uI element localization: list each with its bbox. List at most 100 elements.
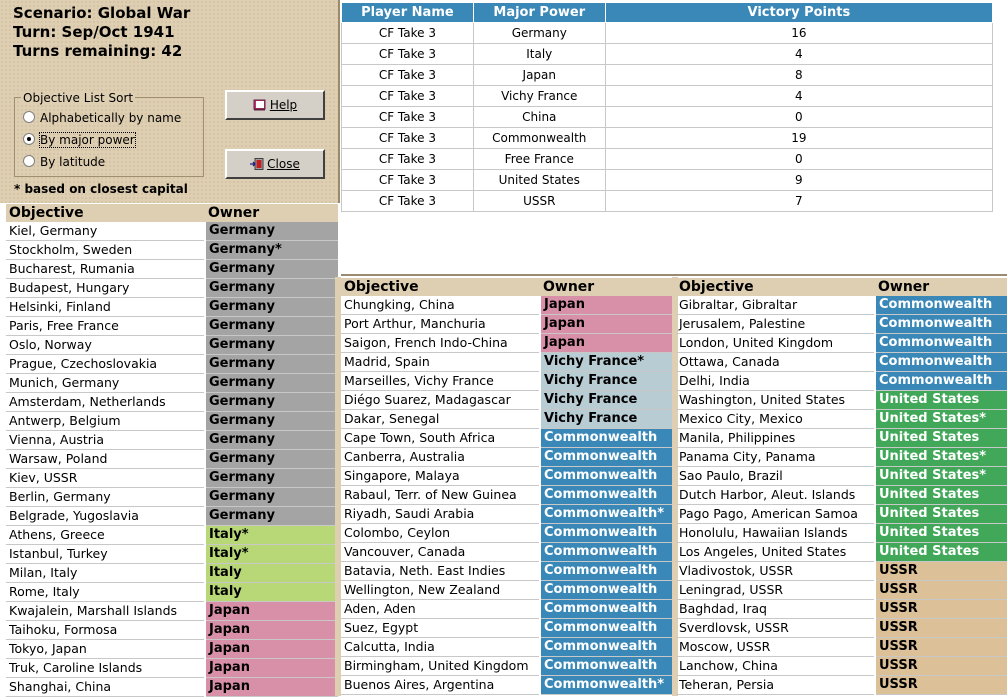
objective-row[interactable]: Helsinki, Finland Germany [6,297,338,317]
objective-row[interactable]: Teheran, Persia USSR [676,675,1007,695]
radio-icon[interactable] [23,111,35,123]
objective-name: Pago Pago, American Samoa [676,504,875,524]
objective-row[interactable]: Sao Paulo, Brazil United States* [676,466,1007,486]
vp-row[interactable]: CF Take 3 Free France 0 [341,148,994,170]
objective-row[interactable]: Moscow, USSR USSR [676,637,1007,657]
objective-row[interactable]: Kwajalein, Marshall Islands Japan [6,601,338,621]
objective-row[interactable]: Kiev, USSR Germany [6,468,338,488]
objective-row[interactable]: Munich, Germany Germany [6,373,338,393]
objective-row[interactable]: Prague, Czechoslovakia Germany [6,354,338,374]
objective-row[interactable]: Oslo, Norway Germany [6,335,338,355]
objective-row[interactable]: Aden, Aden Commonwealth [341,599,672,619]
objective-row[interactable]: Vancouver, Canada Commonwealth [341,542,672,562]
objective-row[interactable]: Dakar, Senegal Vichy France [341,409,672,429]
objective-row[interactable]: Istanbul, Turkey Italy* [6,544,338,564]
objective-row[interactable]: Tokyo, Japan Japan [6,639,338,659]
vp-row[interactable]: CF Take 3 Italy 4 [341,43,994,65]
objective-row[interactable]: Bucharest, Rumania Germany [6,259,338,279]
objective-row[interactable]: Stockholm, Sweden Germany* [6,240,338,260]
objective-row[interactable]: Manila, Philippines United States [676,428,1007,448]
victory-points-header[interactable]: Victory Points [604,2,994,23]
objective-row[interactable]: Milan, Italy Italy [6,563,338,583]
objective-row[interactable]: Dutch Harbor, Aleut. Islands United State… [676,485,1007,505]
sort-option-alpha[interactable]: Alphabetically by name [23,109,181,127]
objective-row[interactable]: Jerusalem, Palestine Commonwealth [676,314,1007,334]
objective-row[interactable]: Suez, Egypt Commonwealth [341,618,672,638]
objective-name: Leningrad, USSR [676,580,875,600]
objective-row[interactable]: Amsterdam, Netherlands Germany [6,392,338,412]
objective-row[interactable]: Wellington, New Zealand Commonwealth [341,580,672,600]
objective-row[interactable]: Warsaw, Poland Germany [6,449,338,469]
sort-option-latitude[interactable]: By latitude [23,153,105,171]
objective-row[interactable]: Berlin, Germany Germany [6,487,338,507]
objective-row[interactable]: Vladivostok, USSR USSR [676,561,1007,581]
objective-row[interactable]: Diégo Suarez, Madagascar Vichy France [341,390,672,410]
objective-row[interactable]: Birmingham, United Kingdom Commonwealth [341,656,672,676]
vp-row[interactable]: CF Take 3 USSR 7 [341,190,994,212]
objective-row[interactable]: Vienna, Austria Germany [6,430,338,450]
objective-row[interactable]: Shanghai, China Japan [6,677,338,697]
objective-row[interactable]: Honolulu, Hawaiian Islands United States [676,523,1007,543]
objective-row[interactable]: Saigon, French Indo-China Japan [341,333,672,353]
vp-row[interactable]: CF Take 3 United States 9 [341,169,994,191]
vp-row[interactable]: CF Take 3 Vichy France 4 [341,85,994,107]
objective-row[interactable]: Gibraltar, Gibraltar Commonwealth [676,296,1007,315]
objective-row[interactable]: Delhi, India Commonwealth [676,371,1007,391]
objective-row[interactable]: Rabaul, Terr. of New Guinea Commonwealth [341,485,672,505]
objective-row[interactable]: Port Arthur, Manchuria Japan [341,314,672,334]
owner-cell: Italy* [204,525,338,545]
objective-row[interactable]: Calcutta, India Commonwealth [341,637,672,657]
objective-row[interactable]: Paris, Free France Germany [6,316,338,336]
objective-row[interactable]: Chungking, China Japan [341,296,672,315]
help-button[interactable]: Help [225,90,325,120]
objective-row[interactable]: Taihoku, Formosa Japan [6,620,338,640]
objective-row[interactable]: Los Angeles, United States United States [676,542,1007,562]
vp-row[interactable]: CF Take 3 Germany 16 [341,22,994,44]
sort-option-major-power[interactable]: By major power [23,131,136,149]
objective-row[interactable]: Batavia, Neth. East Indies Commonwealth [341,561,672,581]
objective-row[interactable]: Canberra, Australia Commonwealth [341,447,672,467]
objective-name: Antwerp, Belgium [6,411,205,431]
objective-row[interactable]: Panama City, Panama United States* [676,447,1007,467]
objective-row[interactable]: Riyadh, Saudi Arabia Commonwealth* [341,504,672,524]
objective-row[interactable]: Marseilles, Vichy France Vichy France [341,371,672,391]
objective-row[interactable]: Rome, Italy Italy [6,582,338,602]
owner-cell: Germany [204,449,338,469]
objective-list-2: Objective Owner Chungking, China Japan Por… [341,278,672,695]
objective-row[interactable]: Lanchow, China USSR [676,656,1007,676]
objective-row[interactable]: Belgrade, Yugoslavia Germany [6,506,338,526]
objective-row[interactable]: Athens, Greece Italy* [6,525,338,545]
objective-row[interactable]: Budapest, Hungary Germany [6,278,338,298]
objective-row[interactable]: Madrid, Spain Vichy France* [341,352,672,372]
vp-row[interactable]: CF Take 3 Japan 8 [341,64,994,86]
objective-row[interactable]: Baghdad, Iraq USSR [676,599,1007,619]
objective-row[interactable]: Singapore, Malaya Commonwealth [341,466,672,486]
vp-row[interactable]: CF Take 3 China 0 [341,106,994,128]
vp-row[interactable]: CF Take 3 Commonwealth 19 [341,127,994,149]
objective-row[interactable]: Buenos Aires, Argentina Commonwealth* [341,675,672,695]
major-power-cell: Italy [472,43,606,65]
major-power-header[interactable]: Major Power [472,2,606,23]
owner-cell: Commonwealth [539,637,672,657]
owner-cell: Germany [204,392,338,412]
radio-selected-icon[interactable] [23,133,35,145]
objective-name: Oslo, Norway [6,335,205,355]
objective-row[interactable]: Sverdlovsk, USSR USSR [676,618,1007,638]
objective-name: Madrid, Spain [341,352,540,372]
objective-row[interactable]: Kiel, Germany Germany [6,222,338,241]
objective-row[interactable]: Ottawa, Canada Commonwealth [676,352,1007,372]
objective-row[interactable]: London, United Kingdom Commonwealth [676,333,1007,353]
objective-row[interactable]: Colombo, Ceylon Commonwealth [341,523,672,543]
objective-row[interactable]: Cape Town, South Africa Commonwealth [341,428,672,448]
objective-row[interactable]: Pago Pago, American Samoa United States [676,504,1007,524]
player-name-header[interactable]: Player Name [341,2,474,23]
victory-points-cell: 0 [604,148,994,170]
radio-icon[interactable] [23,155,35,167]
objective-row[interactable]: Antwerp, Belgium Germany [6,411,338,431]
objective-row[interactable]: Washington, United States United States [676,390,1007,410]
close-button[interactable]: Close [225,149,325,179]
objective-row[interactable]: Leningrad, USSR USSR [676,580,1007,600]
objective-row[interactable]: Mexico City, Mexico United States* [676,409,1007,429]
objective-row[interactable]: Truk, Caroline Islands Japan [6,658,338,678]
owner-header: Owner [875,278,1007,296]
